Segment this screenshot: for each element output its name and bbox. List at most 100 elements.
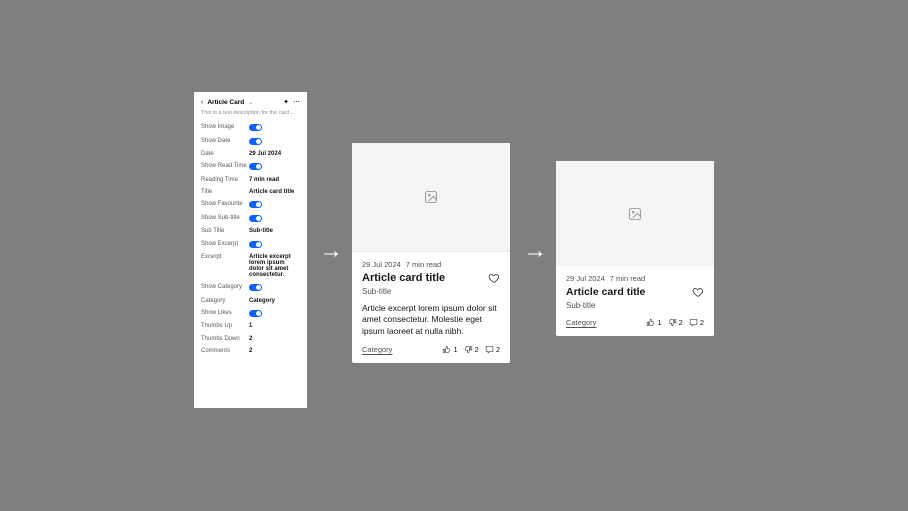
prop-comments: Comments 2	[201, 345, 300, 357]
image-icon	[628, 207, 642, 221]
prop-key: Date	[201, 151, 249, 157]
thumbs-down-icon	[668, 318, 677, 327]
toggle-show-excerpt[interactable]	[249, 241, 262, 248]
comment-icon	[689, 318, 698, 327]
arrow-right-icon: →	[523, 237, 547, 265]
prop-value[interactable]: 2	[249, 336, 300, 342]
sparkle-icon[interactable]: ✦	[283, 98, 289, 106]
card-stats: 1 2 2	[646, 318, 704, 327]
card-title: Article card title	[362, 272, 445, 284]
prop-value[interactable]: 7 min read	[249, 177, 300, 183]
image-icon	[424, 190, 438, 204]
prop-key: Excerpt	[201, 254, 249, 260]
panel-description: This is a test description for the card …	[201, 110, 300, 116]
comments-stat[interactable]: 2	[689, 318, 704, 327]
prop-key: Sub Title	[201, 228, 249, 234]
prop-key: Reading Time	[201, 177, 249, 183]
card-read-time: 7 min read	[406, 260, 441, 269]
stat-value: 2	[475, 345, 479, 354]
prop-key: Show Excerpt	[201, 241, 249, 247]
thumbs-up-stat[interactable]: 1	[442, 345, 457, 354]
prop-key: Category	[201, 298, 249, 304]
toggle-show-category[interactable]	[249, 284, 262, 291]
panel-header: ‹ Article Card ⌄ ✦ ⋯	[201, 98, 300, 106]
comments-stat[interactable]: 2	[485, 345, 500, 354]
card-subtitle: Sub-title	[566, 301, 704, 310]
prop-thumbs-up: Thumbs Up 1	[201, 320, 300, 332]
thumbs-down-stat[interactable]: 2	[464, 345, 479, 354]
toggle-show-date[interactable]	[249, 138, 262, 145]
card-excerpt: Article excerpt lorem ipsum dolor sit am…	[362, 303, 500, 337]
toggle-show-favourite[interactable]	[249, 201, 262, 208]
stat-value: 2	[700, 318, 704, 327]
prop-thumbs-down: Thumbs Down 2	[201, 333, 300, 345]
card-category[interactable]: Category	[362, 345, 392, 354]
prop-key: Show Favourite	[201, 201, 249, 207]
prop-value[interactable]: Article card title	[249, 189, 300, 195]
card-meta: 29 Jul 2024 7 min read	[362, 260, 500, 269]
prop-title: Title Article card title	[201, 186, 300, 198]
comment-icon	[485, 345, 494, 354]
prop-show-category: Show Category	[201, 281, 300, 294]
card-category[interactable]: Category	[566, 318, 596, 327]
toggle-show-image[interactable]	[249, 124, 262, 131]
article-card-small: 29 Jul 2024 7 min read Article card title…	[556, 161, 714, 336]
prop-value[interactable]: Sub-title	[249, 228, 300, 234]
prop-excerpt: Excerpt Article excerpt lorem ipsum dolo…	[201, 251, 300, 281]
chevron-down-icon[interactable]: ⌄	[248, 99, 253, 106]
prop-category: Category Category	[201, 295, 300, 307]
prop-value[interactable]: Category	[249, 298, 300, 304]
stat-value: 1	[453, 345, 457, 354]
card-read-time: 7 min read	[610, 274, 645, 283]
stat-value: 2	[496, 345, 500, 354]
prop-value[interactable]: 2	[249, 348, 300, 354]
prop-value[interactable]: 1	[249, 323, 300, 329]
card-image-placeholder	[352, 143, 510, 252]
prop-key: Show Date	[201, 138, 249, 144]
article-card-large: 29 Jul 2024 7 min read Article card title…	[352, 143, 510, 363]
prop-show-favourite: Show Favourite	[201, 198, 300, 211]
prop-show-likes: Show Likes	[201, 307, 300, 320]
prop-show-date: Show Date	[201, 134, 300, 147]
prop-subtitle: Sub Title Sub-title	[201, 225, 300, 237]
prop-value[interactable]: Article excerpt lorem ipsum dolor sit am…	[249, 254, 300, 278]
prop-key: Show Image	[201, 124, 249, 130]
chevron-left-icon[interactable]: ‹	[201, 99, 203, 106]
panel-title[interactable]: Article Card	[207, 99, 244, 106]
prop-key: Comments	[201, 348, 249, 354]
card-stats: 1 2 2	[442, 345, 500, 354]
card-date: 29 Jul 2024	[566, 274, 605, 283]
arrow-right-icon: →	[319, 237, 343, 265]
prop-reading-time: Reading Time 7 min read	[201, 174, 300, 186]
toggle-show-read-time[interactable]	[249, 163, 262, 170]
card-meta: 29 Jul 2024 7 min read	[566, 274, 704, 283]
thumbs-up-icon	[442, 345, 451, 354]
card-image-placeholder	[556, 161, 714, 266]
component-settings-panel: ‹ Article Card ⌄ ✦ ⋯ This is a test desc…	[194, 92, 307, 408]
prop-key: Show Likes	[201, 310, 249, 316]
prop-key: Show Sub-title	[201, 215, 249, 221]
card-title: Article card title	[566, 286, 645, 298]
prop-key: Show Category	[201, 284, 249, 290]
thumbs-down-stat[interactable]: 2	[668, 318, 683, 327]
prop-value[interactable]: 29 Jul 2024	[249, 151, 300, 157]
heart-icon[interactable]	[488, 272, 500, 284]
toggle-show-subtitle[interactable]	[249, 215, 262, 222]
thumbs-down-icon	[464, 345, 473, 354]
prop-show-subtitle: Show Sub-title	[201, 212, 300, 225]
stat-value: 2	[679, 318, 683, 327]
thumbs-up-stat[interactable]: 1	[646, 318, 661, 327]
more-icon[interactable]: ⋯	[293, 98, 300, 106]
prop-date: Date 29 Jul 2024	[201, 148, 300, 160]
prop-show-read-time: Show Read Time	[201, 160, 300, 173]
prop-key: Thumbs Up	[201, 323, 249, 329]
heart-icon[interactable]	[692, 286, 704, 298]
prop-key: Thumbs Down	[201, 336, 249, 342]
thumbs-up-icon	[646, 318, 655, 327]
prop-key: Title	[201, 189, 249, 195]
toggle-show-likes[interactable]	[249, 310, 262, 317]
card-subtitle: Sub-title	[362, 287, 500, 296]
card-date: 29 Jul 2024	[362, 260, 401, 269]
stat-value: 1	[657, 318, 661, 327]
prop-key: Show Read Time	[201, 163, 249, 169]
